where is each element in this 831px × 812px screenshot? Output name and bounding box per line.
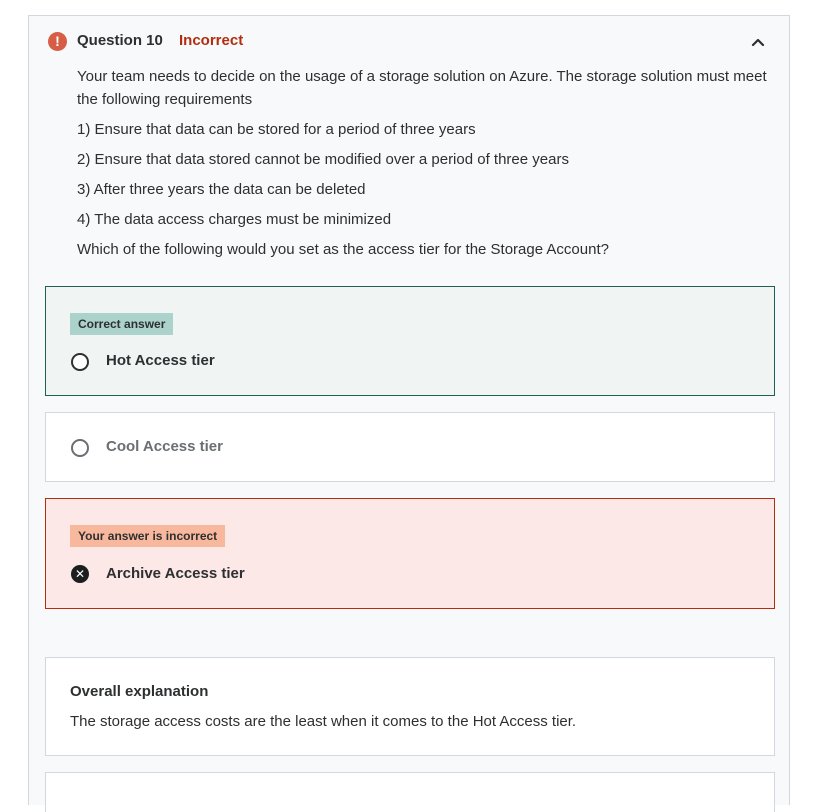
question-status: Incorrect [179,32,244,49]
radio-button[interactable] [71,439,89,457]
chevron-up-icon[interactable] [747,31,769,53]
alert-circle-icon: ! [48,32,67,51]
option-hot-access[interactable]: Correct answer Hot Access tier [45,286,775,396]
question-title: Question 10 [77,32,163,49]
x-circle-icon: ✕ [71,565,89,583]
requirement-line: 1) Ensure that data can be stored for a … [77,121,476,138]
next-panel [45,772,775,812]
correct-answer-badge: Correct answer [70,313,174,335]
option-label: Cool Access tier [106,438,223,455]
option-label: Hot Access tier [106,352,215,369]
explanation-text: The storage access costs are the least w… [70,713,577,730]
option-archive-access[interactable]: Your answer is incorrect ✕ Archive Acces… [45,498,775,609]
explanation-panel: Overall explanation The storage access c… [45,657,775,756]
prompt-line: Your team needs to decide on the usage o… [77,68,767,108]
prompt-question: Which of the following would you set as … [77,241,609,258]
radio-button[interactable] [71,353,89,371]
incorrect-answer-badge: Your answer is incorrect [70,525,226,547]
requirement-line: 2) Ensure that data stored cannot be mod… [77,151,569,168]
explanation-title: Overall explanation [70,683,209,700]
question-prompt: Your team needs to decide on the usage o… [77,65,777,261]
question-card: ! Question 10 Incorrect Your team needs … [28,15,790,812]
requirement-line: 4) The data access charges must be minim… [77,211,392,228]
option-cool-access[interactable]: Cool Access tier [45,412,775,482]
option-label: Archive Access tier [106,565,245,582]
question-header[interactable]: ! Question 10 Incorrect [47,31,773,53]
requirement-line: 3) After three years the data can be del… [77,181,366,198]
